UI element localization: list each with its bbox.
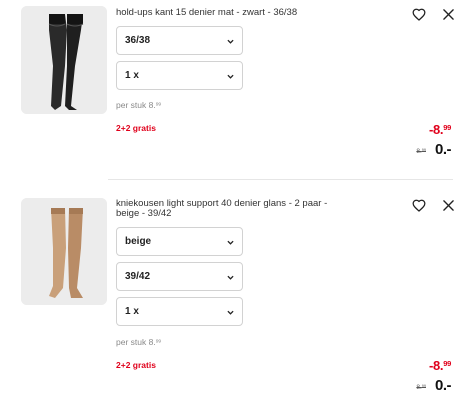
divider [108, 179, 453, 180]
select-value: beige [125, 236, 152, 247]
color-select[interactable]: beige [116, 227, 243, 256]
product-image[interactable] [21, 198, 107, 305]
quantity-select[interactable]: 1 x [116, 297, 243, 326]
unit-price: per stuk 8.99 [116, 337, 162, 347]
cart-item: kniekousen light support 40 denier glans… [0, 190, 475, 407]
chevron-down-icon [227, 74, 234, 79]
old-price: 8.99 [416, 384, 426, 392]
close-icon[interactable] [440, 197, 456, 213]
stockings-icon [21, 6, 107, 114]
product-title[interactable]: kniekousen light support 40 denier glans… [116, 199, 348, 219]
chevron-down-icon [227, 310, 234, 315]
select-value: 1 x [125, 306, 139, 317]
old-price: 8.99 [416, 148, 426, 156]
chevron-down-icon [227, 39, 234, 44]
product-image[interactable] [21, 6, 107, 114]
size-select[interactable]: 36/38 [116, 26, 243, 55]
heart-outline-icon[interactable] [411, 6, 427, 22]
quantity-select[interactable]: 1 x [116, 61, 243, 90]
unit-price: per stuk 8.99 [116, 100, 162, 110]
select-value: 1 x [125, 70, 139, 81]
chevron-down-icon [227, 240, 234, 245]
chevron-down-icon [227, 275, 234, 280]
select-value: 39/42 [125, 271, 151, 282]
discount-amount: -8.99 [428, 358, 451, 373]
discount-amount: -8.99 [428, 122, 451, 137]
new-price: 0.- [434, 141, 452, 158]
select-value: 36/38 [125, 35, 151, 46]
promo-label: 2+2 gratis [116, 123, 156, 133]
heart-outline-icon[interactable] [411, 197, 427, 213]
product-title[interactable]: hold-ups kant 15 denier mat - zwart - 36… [116, 8, 348, 18]
new-price: 0.- [434, 377, 452, 394]
knee-socks-icon [21, 198, 107, 305]
close-icon[interactable] [440, 6, 456, 22]
size-select[interactable]: 39/42 [116, 262, 243, 291]
cart-item: hold-ups kant 15 denier mat - zwart - 36… [0, 0, 475, 178]
promo-label: 2+2 gratis [116, 360, 156, 370]
